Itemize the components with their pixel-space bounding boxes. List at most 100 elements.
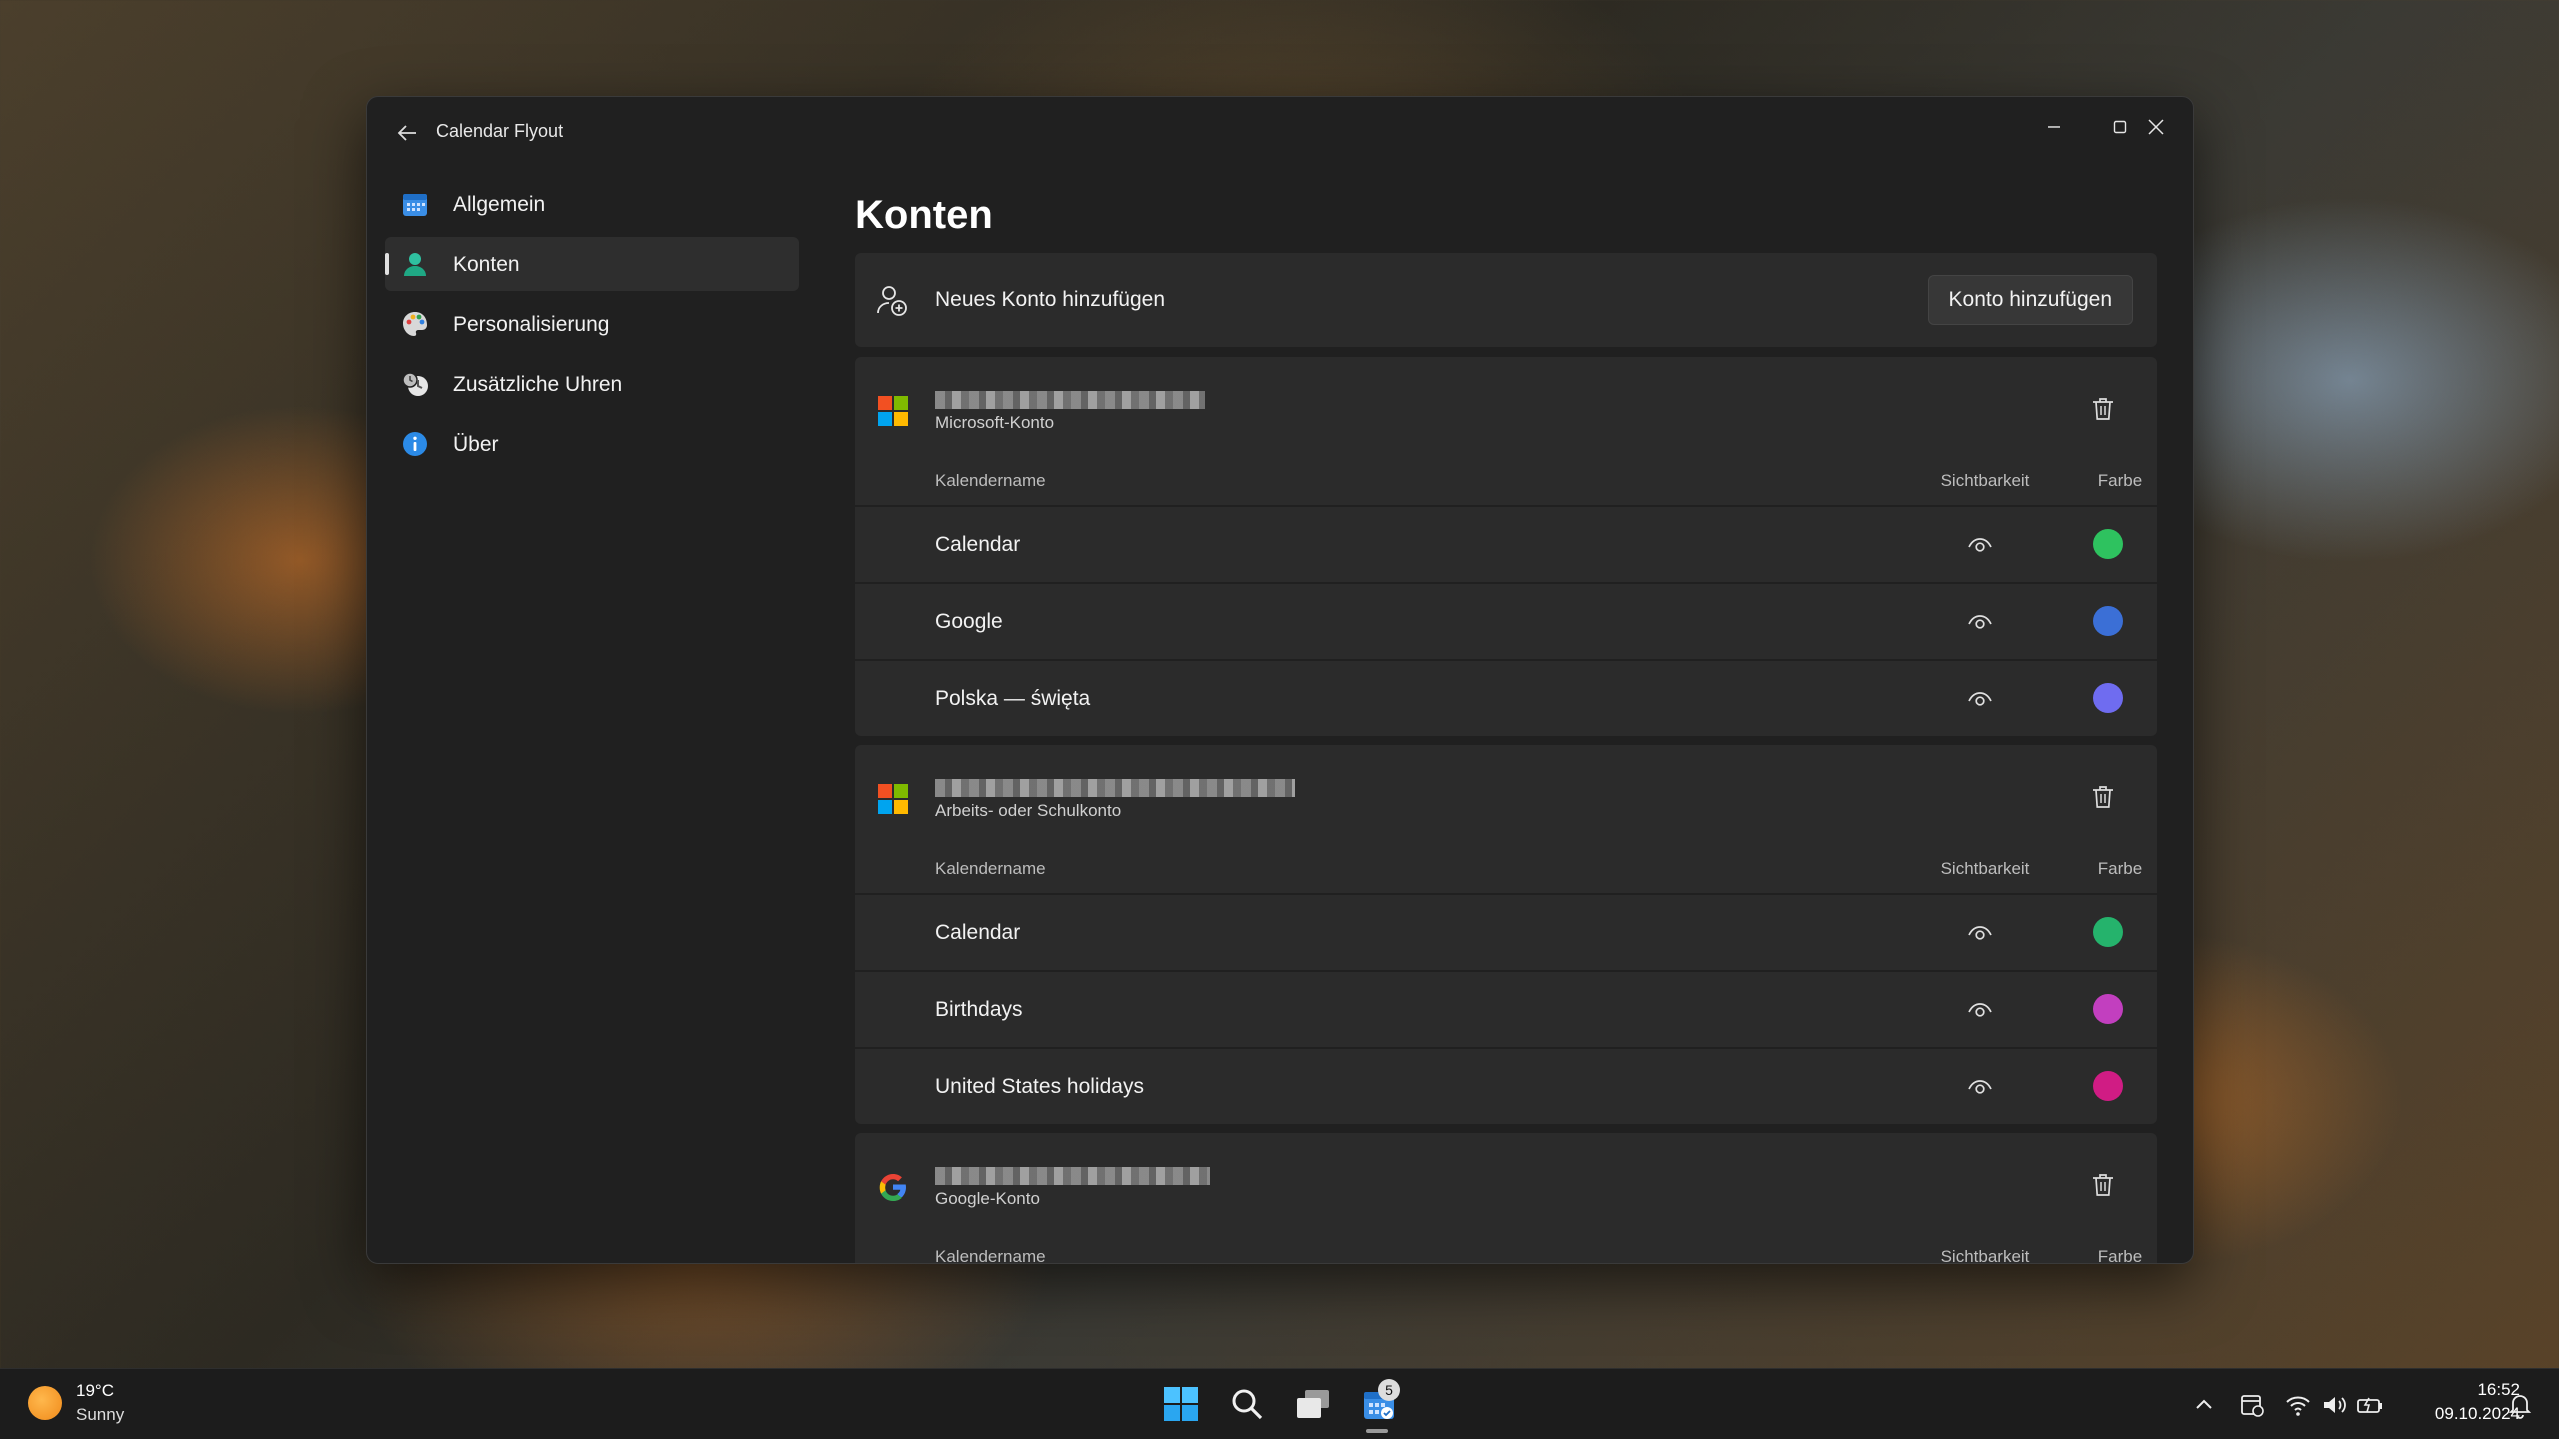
account-email-redacted: [935, 1167, 1210, 1185]
eye-icon[interactable]: [1967, 610, 1993, 632]
window-title: Calendar Flyout: [436, 121, 564, 141]
calendar-name: Calendar: [935, 921, 1021, 944]
calendar-row: Polska — święta: [855, 661, 2157, 736]
sidebar-item-ueber[interactable]: Über: [385, 417, 799, 471]
task-view-icon: [1297, 1390, 1329, 1418]
arrow-left-icon: [397, 125, 416, 141]
app-window: Calendar Flyout Allgemein Konten Persona…: [366, 96, 2194, 1264]
main-content: Konten Neues Konto hinzufügen Konto hinz…: [855, 165, 2157, 1263]
sidebar-item-allgemein[interactable]: Allgemein: [385, 177, 799, 231]
eye-icon[interactable]: [1967, 1075, 1993, 1097]
clock-date[interactable]: 09.10.2024: [2400, 1404, 2520, 1424]
calendar-row: Google: [855, 584, 2157, 659]
search-icon: [1232, 1389, 1263, 1420]
calendar-name: United States holidays: [935, 1075, 1144, 1098]
calendar-name: Birthdays: [935, 998, 1023, 1021]
minimize-icon: [2048, 126, 2060, 128]
add-account-card: Neues Konto hinzufügen Konto hinzufügen: [855, 253, 2157, 347]
sidebar-item-personalisierung[interactable]: Personalisierung: [385, 297, 799, 351]
account-header: Google-Konto Kalendername Sichtbarkeit F…: [855, 1133, 2157, 1263]
taskbar: 19°C Sunny 5 16:52 09.10.2024: [0, 1368, 2559, 1439]
sidebar-nav: Allgemein Konten Personalisierung Zusätz…: [385, 177, 799, 477]
eye-icon[interactable]: [1967, 998, 1993, 1020]
account-type: Arbeits- oder Schulkonto: [935, 801, 1122, 820]
sidebar-item-zusaetzliche-uhren[interactable]: Zusätzliche Uhren: [385, 357, 799, 411]
volume-icon[interactable]: [2320, 1391, 2348, 1419]
search-button[interactable]: [1222, 1379, 1272, 1429]
info-icon: [403, 432, 427, 456]
sun-icon[interactable]: [28, 1386, 62, 1420]
calendar-row: United States holidays: [855, 1049, 2157, 1124]
eye-icon[interactable]: [1967, 921, 1993, 943]
active-app-indicator: [1366, 1429, 1388, 1433]
calendar-row: Calendar: [855, 507, 2157, 582]
color-swatch[interactable]: [2093, 917, 2123, 947]
column-header-name: Kalendername: [935, 471, 1046, 490]
add-person-icon: [877, 286, 907, 316]
google-logo: [879, 1174, 906, 1201]
calendar-row: Calendar: [855, 895, 2157, 970]
sidebar-item-label: Personalisierung: [453, 313, 610, 336]
account-section: Microsoft-Konto Kalendername Sichtbarkei…: [855, 357, 2157, 736]
account-email-redacted: [935, 779, 1295, 797]
back-button[interactable]: [389, 119, 425, 155]
account-header: Arbeits- oder Schulkonto Kalendername Si…: [855, 745, 2157, 893]
eye-icon[interactable]: [1967, 687, 1993, 709]
column-header-color: Farbe: [2097, 859, 2143, 878]
microsoft-logo: [878, 784, 908, 814]
clock-icon: [402, 372, 428, 396]
wifi-icon[interactable]: [2284, 1391, 2312, 1419]
trash-icon[interactable]: [2089, 395, 2117, 423]
column-header-color: Farbe: [2097, 471, 2143, 490]
color-swatch[interactable]: [2093, 529, 2123, 559]
color-swatch[interactable]: [2093, 683, 2123, 713]
chevron-up-icon[interactable]: [2190, 1391, 2218, 1419]
column-header-name: Kalendername: [935, 859, 1046, 878]
sidebar-item-label: Konten: [453, 253, 520, 276]
battery-icon[interactable]: [2356, 1391, 2384, 1419]
color-swatch[interactable]: [2093, 994, 2123, 1024]
account-type: Google-Konto: [935, 1189, 1040, 1208]
close-icon: [2148, 119, 2164, 135]
add-account-button[interactable]: Konto hinzufügen: [1927, 275, 2133, 325]
calendar-name: Polska — święta: [935, 687, 1091, 710]
account-header: Microsoft-Konto Kalendername Sichtbarkei…: [855, 357, 2157, 505]
eye-icon[interactable]: [1967, 533, 1993, 555]
bell-icon[interactable]: [2506, 1391, 2534, 1419]
add-account-text: Neues Konto hinzufügen: [935, 288, 1166, 311]
column-header-visibility: Sichtbarkeit: [1940, 471, 2030, 490]
sidebar-item-konten[interactable]: Konten: [385, 237, 799, 291]
calendar-row: Birthdays: [855, 972, 2157, 1047]
minimize-button[interactable]: [2021, 105, 2087, 149]
weather-condition[interactable]: Sunny: [76, 1405, 124, 1425]
column-header-visibility: Sichtbarkeit: [1940, 1247, 2030, 1263]
calendar-name: Calendar: [935, 533, 1021, 556]
notification-badge: 5: [1378, 1379, 1400, 1401]
color-swatch[interactable]: [2093, 606, 2123, 636]
start-button[interactable]: [1156, 1379, 1206, 1429]
calendar-tray-icon[interactable]: [2238, 1391, 2266, 1419]
windows-logo-icon: [1164, 1387, 1198, 1421]
close-button[interactable]: [2123, 105, 2189, 149]
account-type: Microsoft-Konto: [935, 413, 1055, 432]
column-header-visibility: Sichtbarkeit: [1940, 859, 2030, 878]
task-view-button[interactable]: [1288, 1379, 1338, 1429]
column-header-color: Farbe: [2097, 1247, 2143, 1263]
calendar-name: Google: [935, 610, 1003, 633]
title-bar: Calendar Flyout: [367, 97, 2193, 165]
account-email-redacted: [935, 391, 1205, 409]
trash-icon[interactable]: [2089, 783, 2117, 811]
account-section: Google-Konto Kalendername Sichtbarkeit F…: [855, 1133, 2157, 1263]
person-icon: [404, 253, 426, 276]
calendar-icon: [403, 194, 427, 216]
account-section: Arbeits- oder Schulkonto Kalendername Si…: [855, 745, 2157, 1124]
sidebar-item-label: Zusätzliche Uhren: [453, 373, 623, 396]
column-header-name: Kalendername: [935, 1247, 1046, 1263]
weather-temperature[interactable]: 19°C: [76, 1381, 114, 1401]
page-title: Konten: [855, 193, 993, 237]
palette-icon: [403, 312, 427, 336]
color-swatch[interactable]: [2093, 1071, 2123, 1101]
trash-icon[interactable]: [2089, 1171, 2117, 1199]
sidebar-item-label: Über: [453, 433, 499, 456]
microsoft-logo: [878, 396, 908, 426]
